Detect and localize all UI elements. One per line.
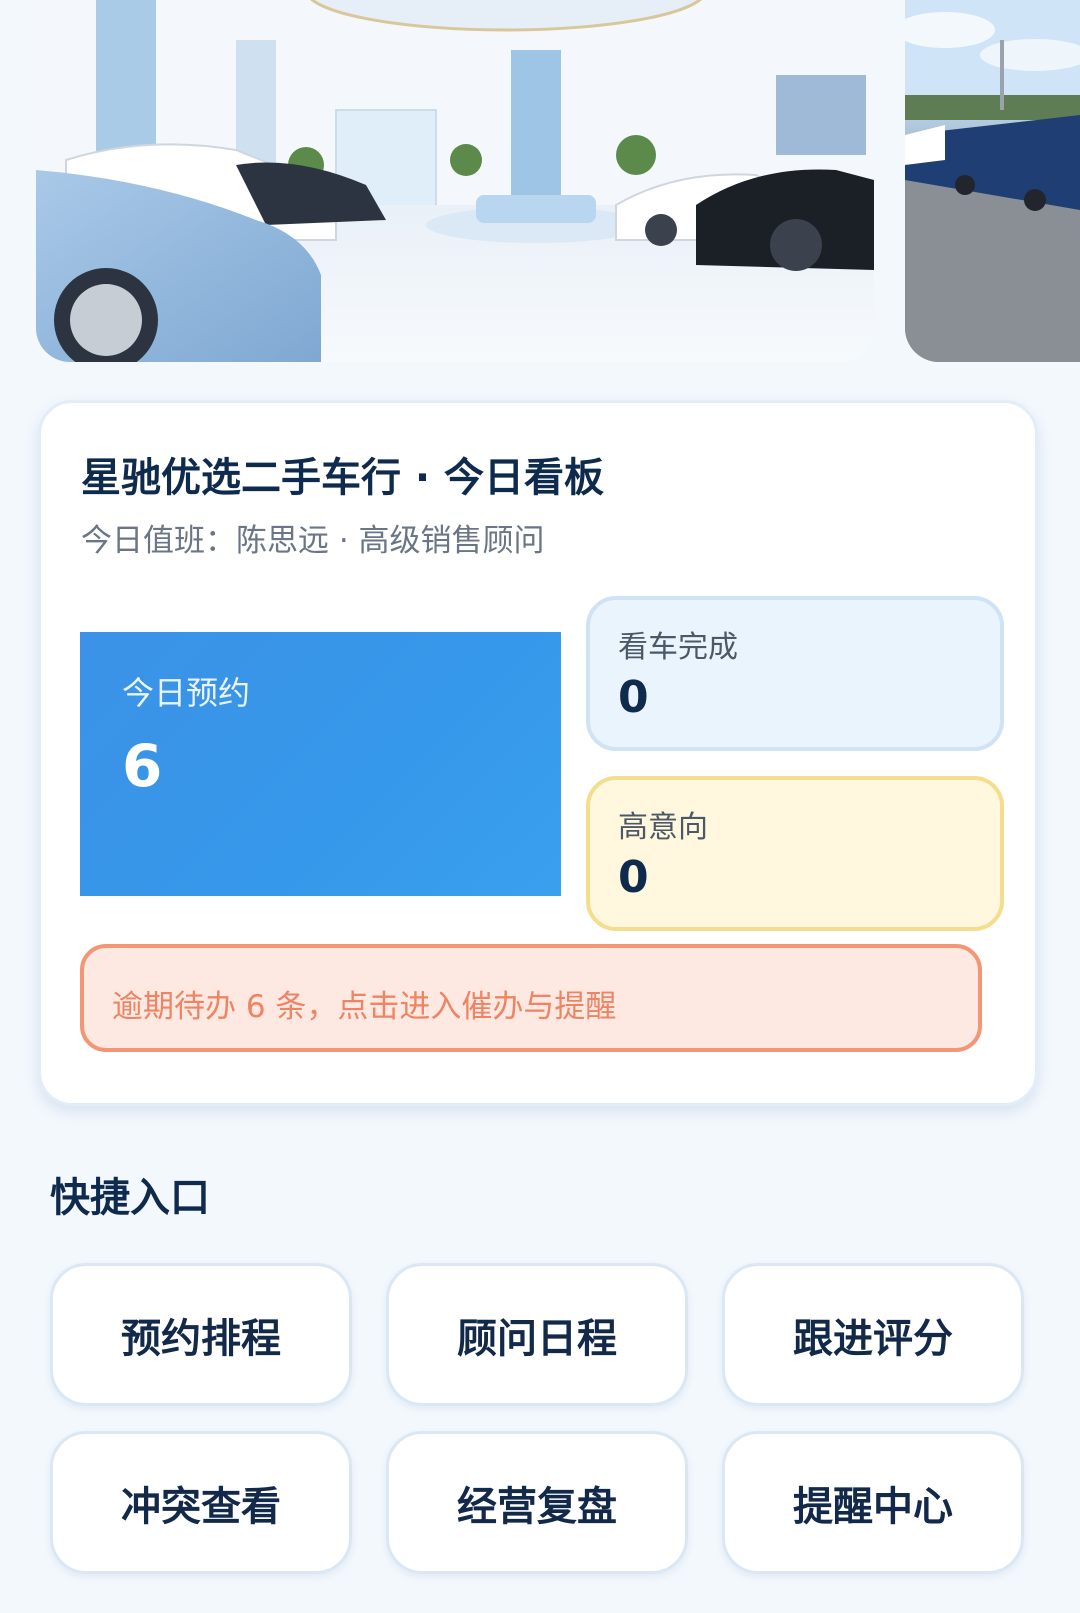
quick-conflict-view-button[interactable]: 冲突查看 [50,1431,352,1574]
stat-visits-done-label: 看车完成 [618,630,738,665]
banner-parking-image[interactable] [905,0,1080,362]
stat-high-intent-value: 0 [618,852,649,903]
quick-button-label: 跟进评分 [793,1315,953,1362]
quick-entry-title: 快捷入口 [50,1175,210,1221]
quick-button-label: 冲突查看 [121,1483,281,1530]
quick-advisor-calendar-button[interactable]: 顾问日程 [386,1263,688,1406]
parking-lot-illustration [905,0,1080,362]
stat-appointments-label: 今日预约 [122,674,251,712]
quick-followup-score-button[interactable]: 跟进评分 [722,1263,1024,1406]
quick-button-label: 预约排程 [121,1315,281,1362]
duty-subtitle: 今日值班：陈思远 · 高级销售顾问 [81,523,545,559]
quick-button-label: 顾问日程 [457,1315,617,1362]
quick-appointment-schedule-button[interactable]: 预约排程 [50,1263,352,1406]
stat-appointments-value: 6 [122,732,163,800]
quick-business-review-button[interactable]: 经营复盘 [386,1431,688,1574]
showroom-illustration [36,0,874,362]
quick-button-label: 提醒中心 [793,1483,953,1530]
stat-visits-done-value: 0 [618,672,649,723]
banner-showroom-image[interactable] [36,0,874,362]
stat-high-intent-label: 高意向 [618,810,708,845]
stat-appointments[interactable]: 今日预约 6 [80,632,561,896]
overdue-alert-text: 逾期待办 6 条，点击进入催办与提醒 [112,989,617,1025]
quick-reminder-center-button[interactable]: 提醒中心 [722,1431,1024,1574]
stat-visits-done[interactable]: 看车完成 0 [586,596,1004,751]
dashboard-card: 星驰优选二手车行 · 今日看板 今日值班：陈思远 · 高级销售顾问 今日预约 6… [38,400,1038,1106]
dashboard-title: 星驰优选二手车行 · 今日看板 [81,455,605,501]
stat-high-intent[interactable]: 高意向 0 [586,776,1004,931]
quick-button-label: 经营复盘 [457,1483,617,1530]
overdue-alert-button[interactable]: 逾期待办 6 条，点击进入催办与提醒 [80,944,982,1052]
